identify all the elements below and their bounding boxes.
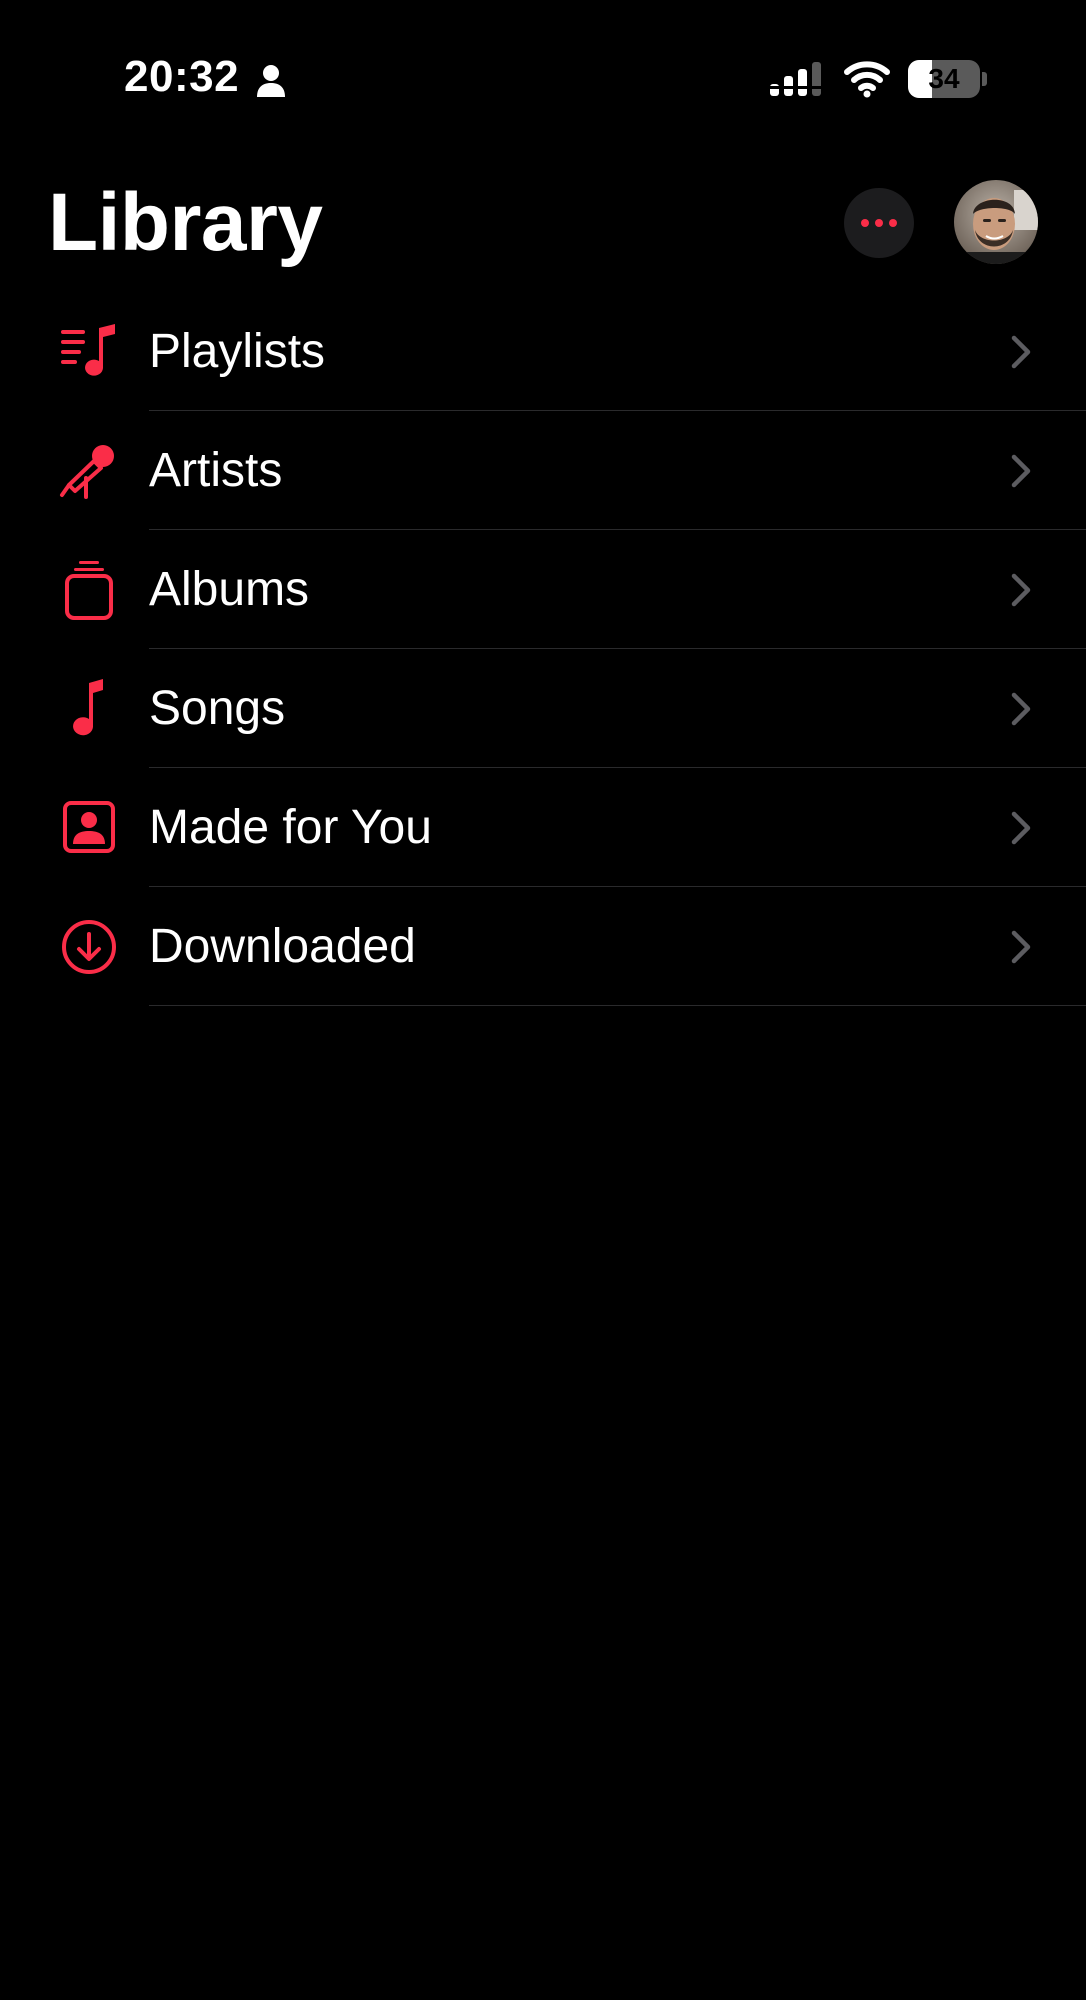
microphone-icon: [58, 442, 120, 500]
list-item-albums[interactable]: Albums: [0, 530, 1086, 649]
library-list: Playlists Artists Albums Songs Made for …: [0, 292, 1086, 1006]
status-time: 20:32: [124, 52, 240, 101]
list-item-label: Downloaded: [149, 920, 416, 973]
list-item-label: Playlists: [149, 325, 326, 378]
list-item-songs[interactable]: Songs: [0, 649, 1086, 768]
battery-cap: [982, 72, 987, 86]
separator: [149, 1005, 1086, 1006]
person-square-icon: [58, 799, 120, 857]
music-note-icon: [58, 679, 120, 738]
list-item-artists[interactable]: Artists: [0, 411, 1086, 530]
chevron-right-icon: [1011, 692, 1031, 726]
ellipsis-icon: [861, 219, 897, 227]
battery-icon: 34: [908, 60, 987, 98]
list-item-made-for-you[interactable]: Made for You: [0, 768, 1086, 887]
cellular-signal-icon: [770, 62, 821, 96]
list-item-downloaded[interactable]: Downloaded: [0, 887, 1086, 1006]
download-circle-icon: [58, 918, 120, 976]
list-item-label: Made for You: [149, 801, 432, 854]
battery-body: 34: [908, 60, 980, 98]
chevron-right-icon: [1011, 811, 1031, 845]
wifi-icon: [844, 61, 890, 98]
list-item-label: Songs: [149, 682, 286, 735]
chevron-right-icon: [1011, 930, 1031, 964]
playlist-icon: [58, 323, 120, 381]
chevron-right-icon: [1011, 335, 1031, 369]
chevron-right-icon: [1011, 573, 1031, 607]
more-options-button[interactable]: [844, 188, 914, 258]
list-item-label: Artists: [149, 444, 283, 497]
library-screen: 20:32 34 Library Playlists Artists Album…: [0, 0, 1086, 2000]
battery-level: 34: [928, 63, 960, 94]
person-icon: [257, 65, 285, 97]
list-item-playlists[interactable]: Playlists: [0, 292, 1086, 411]
avatar[interactable]: [954, 180, 1038, 264]
status-bar: 20:32 34: [0, 0, 1086, 150]
profile-avatar: [954, 180, 1038, 264]
chevron-right-icon: [1011, 454, 1031, 488]
album-stack-icon: [58, 561, 120, 620]
page-title: Library: [48, 177, 323, 268]
list-item-label: Albums: [149, 563, 310, 616]
